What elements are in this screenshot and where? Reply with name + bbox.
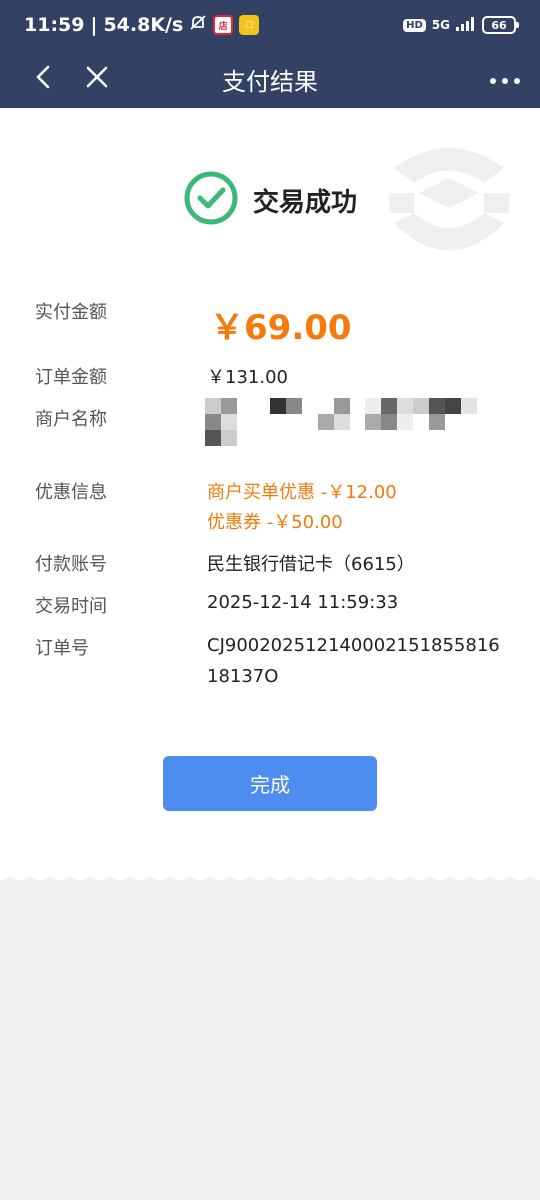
discount-coupon: 优惠券 -￥50.00 bbox=[207, 512, 343, 533]
order-number-value: CJ90020251214000215185581618137O bbox=[207, 635, 500, 687]
close-button[interactable] bbox=[72, 50, 122, 108]
paid-amount-value: ￥69.00 bbox=[210, 308, 352, 348]
chevron-left-icon bbox=[33, 64, 53, 94]
merchant-name-label: 商户名称 bbox=[35, 409, 107, 430]
top-header: 11:59 | 54.8K/s 店 ▢ HD 5G 66 支付结果 bbox=[0, 0, 540, 108]
merchant-name-redacted bbox=[205, 398, 485, 448]
navigation-bar: 支付结果 bbox=[0, 50, 540, 108]
order-amount-value: ￥131.00 bbox=[207, 367, 288, 388]
status-text: 交易成功 bbox=[252, 187, 357, 218]
signal-icon bbox=[456, 14, 476, 36]
battery-icon: 66 bbox=[482, 16, 519, 34]
card-scallop-edge bbox=[0, 872, 540, 891]
hd-badge: HD bbox=[403, 18, 426, 32]
account-label: 付款账号 bbox=[35, 554, 107, 575]
more-button[interactable] bbox=[480, 50, 530, 108]
order-number-label: 订单号 bbox=[35, 638, 89, 659]
success-banner: 交易成功 bbox=[0, 170, 540, 230]
bell-off-icon bbox=[189, 14, 207, 37]
result-card: 交易成功 实付金额 ￥69.00 订单金额 ￥131.00 商户名称 优惠信息 … bbox=[0, 108, 540, 880]
close-icon bbox=[86, 66, 108, 92]
copy-app-icon: ▢ bbox=[239, 15, 260, 35]
trade-time-value: 2025-12-14 11:59:33 bbox=[207, 592, 399, 613]
order-amount-label: 订单金额 bbox=[35, 367, 107, 388]
status-time: 11:59 bbox=[24, 14, 85, 36]
discount-merchant: 商户买单优惠 -￥12.00 bbox=[207, 482, 397, 503]
discount-label: 优惠信息 bbox=[35, 482, 107, 503]
status-speed: 54.8K/s bbox=[103, 14, 184, 36]
status-bar: 11:59 | 54.8K/s 店 ▢ HD 5G 66 bbox=[0, 0, 540, 50]
app-notification-icon: 店 bbox=[213, 15, 234, 35]
back-button[interactable] bbox=[18, 50, 68, 108]
paid-amount-label: 实付金额 bbox=[35, 302, 107, 323]
done-button[interactable]: 完成 bbox=[163, 756, 377, 811]
check-circle-icon bbox=[183, 170, 239, 230]
more-dots-icon bbox=[489, 70, 521, 89]
account-value: 民生银行借记卡（6615） bbox=[207, 554, 415, 575]
trade-time-label: 交易时间 bbox=[35, 596, 107, 617]
network-label: 5G bbox=[431, 18, 450, 32]
